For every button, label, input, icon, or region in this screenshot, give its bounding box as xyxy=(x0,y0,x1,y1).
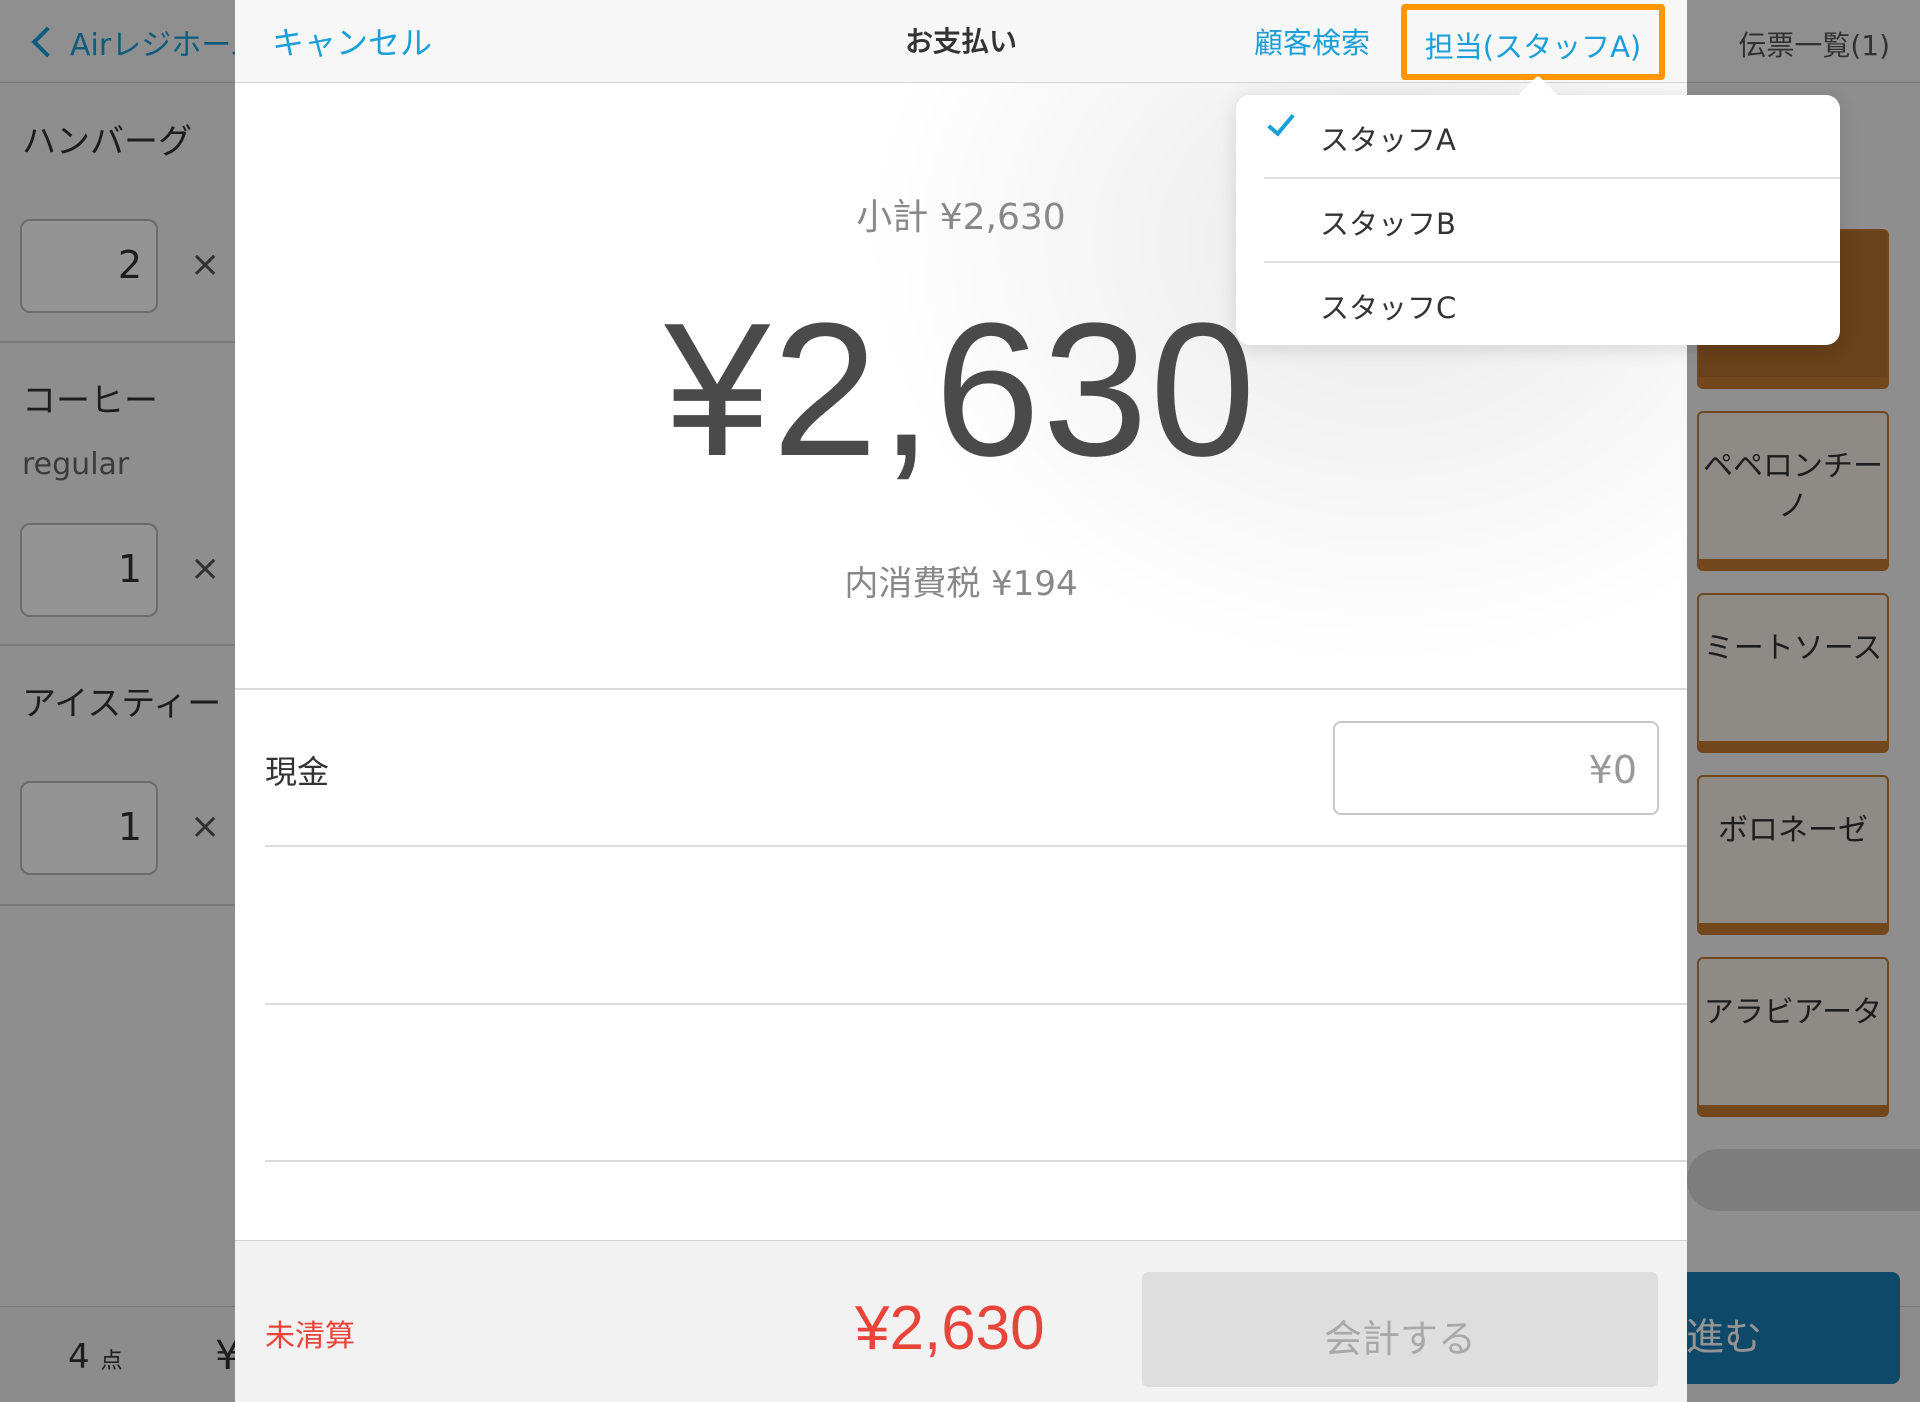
tax-text: 内消費税 ¥194 xyxy=(844,564,1078,604)
modal-footer: 未清算 ¥2,630 会計する xyxy=(235,1240,1687,1402)
checkmark-icon xyxy=(1267,107,1295,137)
cash-amount-input[interactable]: ¥0 xyxy=(1333,721,1659,815)
modal-header: キャンセル お支払い 顧客検索 担当(スタッフA) xyxy=(235,0,1687,83)
staff-option-label: スタッフC xyxy=(1320,291,1457,325)
payment-method-label: 現金 xyxy=(265,753,330,791)
row-divider xyxy=(265,1160,1687,1162)
staff-option-label: スタッフB xyxy=(1320,207,1456,241)
staff-dropdown: スタッフA スタッフB スタッフC xyxy=(1236,75,1840,346)
staff-option-label: スタッフA xyxy=(1320,123,1456,157)
row-divider xyxy=(265,845,1687,847)
footer-total: ¥2,630 xyxy=(855,1294,1045,1363)
staff-option-a[interactable]: スタッフA xyxy=(1264,95,1840,178)
staff-option-b[interactable]: スタッフB xyxy=(1264,179,1840,262)
row-divider xyxy=(265,1003,1687,1005)
section-divider xyxy=(235,688,1687,690)
checkout-button[interactable]: 会計する xyxy=(1142,1272,1658,1387)
staff-option-c[interactable]: スタッフC xyxy=(1264,263,1840,346)
customer-search-button[interactable]: 顧客検索 xyxy=(1254,20,1370,62)
staff-select-button[interactable]: 担当(スタッフA) xyxy=(1401,4,1665,80)
status-badge: 未清算 xyxy=(265,1319,355,1354)
